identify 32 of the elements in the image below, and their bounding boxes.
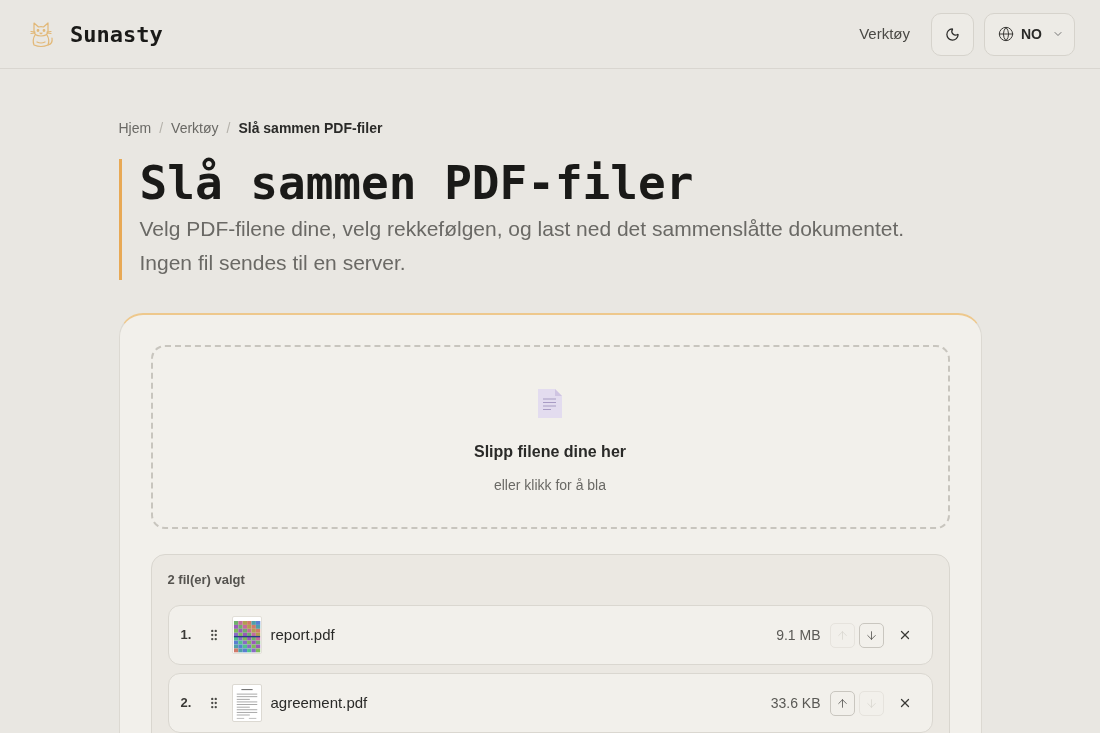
breadcrumb-current: Slå sammen PDF-filer [238,119,383,137]
breadcrumb-separator: / [159,119,164,137]
file-name: agreement.pdf [270,692,368,713]
globe-icon [998,26,1014,42]
theme-toggle-button[interactable] [931,12,974,56]
arrow-down-icon [864,696,878,710]
page-description: Velg PDF-filene dine, velg rekkefølgen, og last ned det sammenslåtte dokumentet. Ingen fil sendes til en server. [139,216,906,276]
page-title: Slå sammen PDF-filer [139,159,695,207]
text-page-thumbnail-drawing [231,684,262,722]
drop-zone-title: Slipp filene dine her [474,442,626,462]
drop-zone-hint: eller klikk for å bla [493,476,606,495]
file-number: 2. [180,694,193,713]
breadcrumb-separator: / [226,119,231,137]
move-down-button[interactable] [858,622,884,648]
file-count-label: 2 fil(er) valgt [167,571,246,589]
moon-icon [945,26,960,42]
colorful-page-thumbnail-drawing [231,616,262,654]
brand-name[interactable]: Sunasty [70,17,163,51]
breadcrumb-link[interactable]: Hjem [118,119,152,137]
nav-link[interactable]: Verktøy [859,22,910,46]
language-selector[interactable]: NO [984,12,1075,56]
file-name: report.pdf [270,624,335,645]
file-size: 33.6 KB [770,693,821,713]
arrow-down-icon [864,628,878,642]
file-number: 1. [180,626,193,645]
file-size: 9.1 MB [776,625,821,645]
move-up-button[interactable] [829,690,855,716]
breadcrumb-link[interactable]: Verktøy [171,119,219,137]
arrow-up-icon [835,628,849,642]
document-icon [537,388,563,419]
file-drop-zone[interactable]: Slipp filene dine her eller klikk for å bla [150,345,950,529]
arrow-up-icon [835,696,849,710]
